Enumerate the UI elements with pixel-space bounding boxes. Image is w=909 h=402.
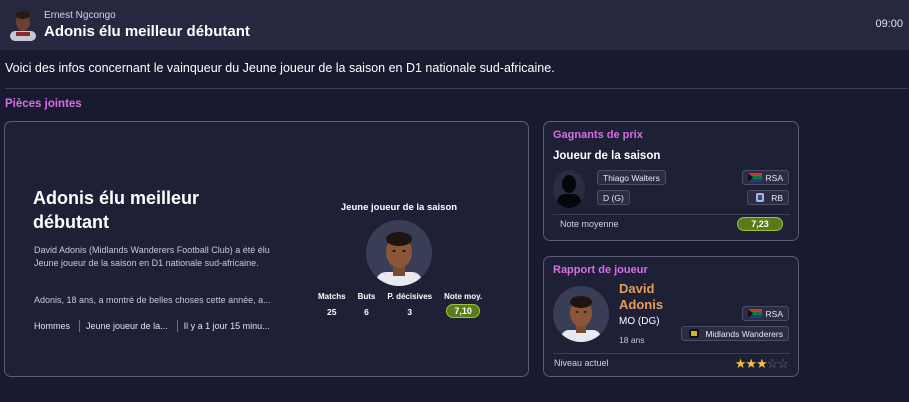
message-subject: Adonis élu meilleur débutant <box>44 23 250 40</box>
player-nation-chip[interactable]: RSA <box>741 306 789 321</box>
player-report-card[interactable]: Rapport de joueur David Adonis MO (DG) 1… <box>543 256 799 377</box>
player-age: 18 ans <box>619 335 645 345</box>
winner-nation-chip[interactable]: RSA <box>741 170 789 185</box>
message-body: Voici des infos concernant le vainqueur … <box>5 61 555 75</box>
stat-avg-rating: Note moy. 7,10 <box>444 292 482 318</box>
stat-value: 25 <box>327 307 337 317</box>
sender-avatar[interactable] <box>10 9 36 41</box>
player-name[interactable]: David Adonis <box>619 281 699 313</box>
player-stats: Matchs 25 Buts 6 P. décisives 3 Note moy… <box>318 292 494 318</box>
prize-card-title: Gagnants de prix <box>553 129 643 141</box>
south-africa-flag-icon <box>747 309 762 318</box>
stat-label: Matchs <box>318 292 346 301</box>
news-card[interactable]: Adonis élu meilleur débutant David Adoni… <box>4 121 529 377</box>
player-club-chip[interactable]: Midlands Wanderers <box>681 326 789 341</box>
sender-name[interactable]: Ernest Ngcongo <box>44 10 116 21</box>
stat-label: P. décisives <box>387 292 433 301</box>
tag-award[interactable]: Jeune joueur de la... <box>86 321 168 331</box>
news-tags: Hommes Jeune joueur de la... Il y a 1 jo… <box>34 320 270 332</box>
stat-goals: Buts 6 <box>358 292 376 318</box>
player-club: Midlands Wanderers <box>705 328 783 339</box>
player-nation: RSA <box>765 308 783 319</box>
current-level-label: Niveau actuel <box>554 358 609 368</box>
rating-badge: 7,10 <box>446 304 480 318</box>
avg-rating-badge: 7,23 <box>737 217 783 231</box>
prize-award-name: Joueur de la saison <box>553 150 661 162</box>
winner-club-chip[interactable]: RB <box>747 190 789 205</box>
award-label: Jeune joueur de la saison <box>340 202 458 213</box>
stat-label: Buts <box>357 292 376 301</box>
message-time: 09:00 <box>875 18 903 30</box>
avg-rating-label: Note moyenne <box>560 219 619 229</box>
star-filled-icon: ★ <box>734 356 747 371</box>
stat-matches: Matchs 25 <box>318 292 346 318</box>
stat-label: Note moy. <box>444 292 483 301</box>
divider <box>553 214 790 215</box>
club-crest-icon <box>687 329 701 338</box>
news-paragraph: David Adonis (Midlands Wanderers Footbal… <box>34 245 270 268</box>
player-portrait[interactable] <box>553 286 609 342</box>
winner-nation: RSA <box>765 172 783 183</box>
star-filled-icon: ★ <box>745 356 757 371</box>
player-portrait[interactable] <box>366 220 432 286</box>
club-crest-icon <box>753 193 767 202</box>
message-header: Ernest Ngcongo Adonis élu meilleur début… <box>0 0 909 50</box>
news-paragraph-truncated: Adonis, 18 ans, a montré de belles chose… <box>34 295 271 305</box>
star-empty-icon: ☆ <box>777 356 789 371</box>
prize-winners-card[interactable]: Gagnants de prix Joueur de la saison Thi… <box>543 121 799 241</box>
report-card-title: Rapport de joueur <box>553 264 648 276</box>
tag-gender[interactable]: Hommes <box>34 321 70 331</box>
attachments-title: Pièces jointes <box>5 98 82 110</box>
star-empty-icon: ☆ <box>766 356 779 371</box>
star-rating: ★★★☆☆ <box>734 356 789 372</box>
winner-club: RB <box>771 192 783 203</box>
winner-name: Thiago Walters <box>603 172 660 183</box>
player-silhouette-icon[interactable] <box>553 170 585 208</box>
south-africa-flag-icon <box>747 173 762 182</box>
divider <box>5 88 908 89</box>
player-position: MO (DG) <box>619 316 660 327</box>
winner-name-chip[interactable]: Thiago Walters <box>597 170 666 185</box>
winner-position-chip: D (G) <box>597 190 630 205</box>
stat-value: 3 <box>407 307 413 317</box>
tag-separator <box>176 320 178 332</box>
stat-value: 6 <box>364 307 369 317</box>
stat-assists: P. décisives 3 <box>387 292 432 318</box>
news-headline: Adonis élu meilleur débutant <box>33 188 200 232</box>
winner-position: D (G) <box>603 192 624 203</box>
tag-separator <box>79 320 81 332</box>
tag-date: Il y a 1 jour 15 minu... <box>183 321 270 331</box>
divider <box>553 353 790 354</box>
star-filled-icon: ★ <box>756 356 768 371</box>
